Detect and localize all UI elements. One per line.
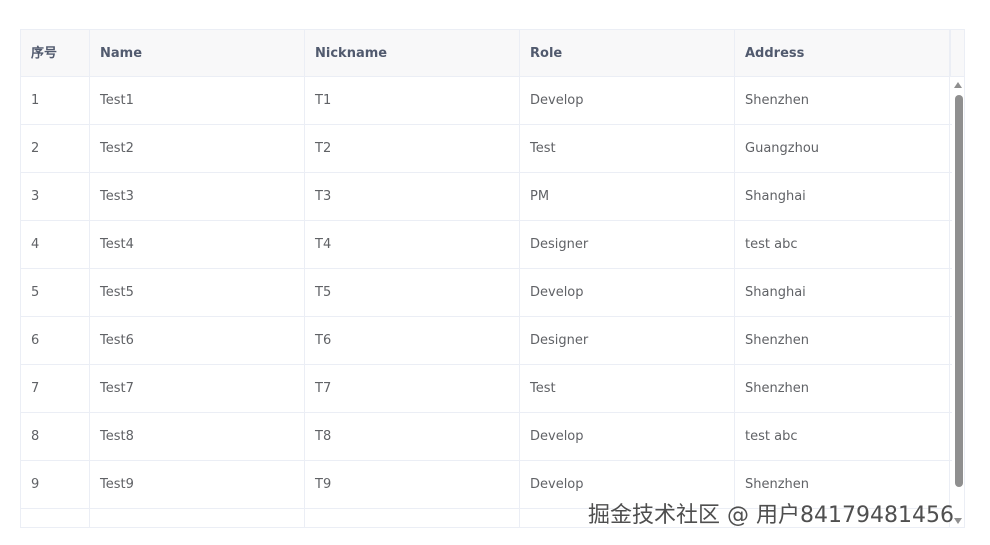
cell-nickname: T5: [305, 269, 520, 317]
cell-address: Guangzhou: [735, 125, 950, 173]
column-header-index[interactable]: 序号: [21, 30, 90, 77]
table-row[interactable]: 3 Test3 T3 PM Shanghai: [21, 173, 952, 221]
table-row[interactable]: 2 Test2 T2 Test Guangzhou: [21, 125, 952, 173]
cell-address: Shanghai: [735, 269, 950, 317]
cell-name: Test5: [90, 269, 305, 317]
cell-nickname: [305, 509, 520, 527]
table-row[interactable]: 8 Test8 T8 Develop test abc: [21, 413, 952, 461]
cell-index: 2: [21, 125, 90, 173]
cell-role: Develop: [520, 77, 735, 125]
cell-address: Shenzhen: [735, 317, 950, 365]
scroll-down-arrow-icon[interactable]: [954, 518, 962, 524]
cell-index: 9: [21, 461, 90, 509]
column-header-role[interactable]: Role: [520, 30, 735, 77]
watermark: 掘金技术社区 @ 用户84179481456: [588, 503, 954, 528]
scroll-up-arrow-icon[interactable]: [954, 82, 962, 88]
cell-nickname: T2: [305, 125, 520, 173]
column-header-address[interactable]: Address: [735, 30, 950, 77]
cell-name: Test8: [90, 413, 305, 461]
cell-index: 5: [21, 269, 90, 317]
cell-name: Test3: [90, 173, 305, 221]
scroll-thumb[interactable]: [955, 95, 963, 487]
cell-address: test abc: [735, 221, 950, 269]
cell-role: Designer: [520, 317, 735, 365]
cell-address: test abc: [735, 413, 950, 461]
cell-role: Test: [520, 125, 735, 173]
table-body[interactable]: 1 Test1 T1 Develop Shenzhen 2 Test2 T2 T…: [21, 77, 952, 527]
cell-nickname: T8: [305, 413, 520, 461]
cell-address: Shenzhen: [735, 77, 950, 125]
cell-role: Develop: [520, 269, 735, 317]
table-row[interactable]: 1 Test1 T1 Develop Shenzhen: [21, 77, 952, 125]
table-row[interactable]: 6 Test6 T6 Designer Shenzhen: [21, 317, 952, 365]
column-header-nickname[interactable]: Nickname: [305, 30, 520, 77]
cell-name: Test1: [90, 77, 305, 125]
cell-index: [21, 509, 90, 527]
column-header-name[interactable]: Name: [90, 30, 305, 77]
cell-role: PM: [520, 173, 735, 221]
cell-index: 1: [21, 77, 90, 125]
cell-nickname: T9: [305, 461, 520, 509]
cell-nickname: T1: [305, 77, 520, 125]
data-table: 序号 Name Nickname Role Address 1 Test1 T1…: [20, 29, 965, 528]
cell-role: Test: [520, 365, 735, 413]
cell-index: 6: [21, 317, 90, 365]
cell-index: 3: [21, 173, 90, 221]
table-row[interactable]: 5 Test5 T5 Develop Shanghai: [21, 269, 952, 317]
cell-name: [90, 509, 305, 527]
table-row[interactable]: 7 Test7 T7 Test Shenzhen: [21, 365, 952, 413]
cell-role: Designer: [520, 221, 735, 269]
table-header: 序号 Name Nickname Role Address: [21, 30, 964, 77]
cell-nickname: T3: [305, 173, 520, 221]
cell-name: Test2: [90, 125, 305, 173]
cell-address: Shenzhen: [735, 365, 950, 413]
cell-index: 8: [21, 413, 90, 461]
cell-name: Test6: [90, 317, 305, 365]
cell-index: 7: [21, 365, 90, 413]
cell-nickname: T6: [305, 317, 520, 365]
cell-nickname: T7: [305, 365, 520, 413]
table-row[interactable]: 4 Test4 T4 Designer test abc: [21, 221, 952, 269]
vertical-scrollbar[interactable]: [952, 77, 964, 527]
cell-name: Test9: [90, 461, 305, 509]
cell-index: 4: [21, 221, 90, 269]
cell-nickname: T4: [305, 221, 520, 269]
cell-address: Shanghai: [735, 173, 950, 221]
header-gutter: [950, 30, 964, 77]
cell-name: Test4: [90, 221, 305, 269]
cell-role: Develop: [520, 413, 735, 461]
cell-name: Test7: [90, 365, 305, 413]
